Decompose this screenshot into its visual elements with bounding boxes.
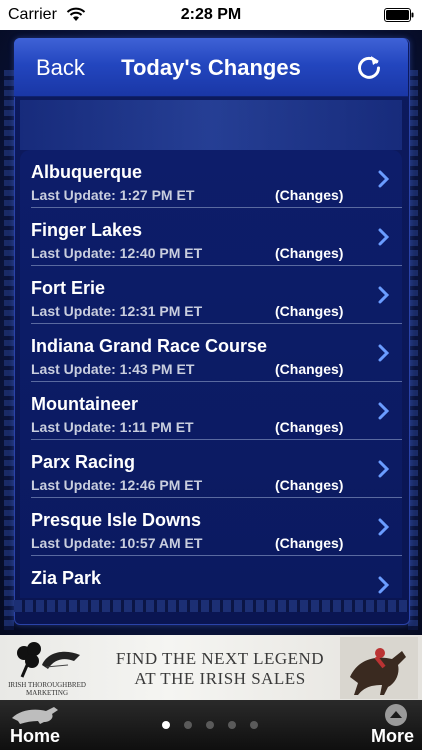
page-dot-3[interactable] <box>206 721 214 729</box>
changes-link[interactable]: (Changes) <box>275 361 343 377</box>
track-name: Albuquerque <box>31 162 142 182</box>
track-name: Finger Lakes <box>31 220 143 240</box>
chevron-right-icon[interactable] <box>378 518 390 536</box>
track-row[interactable]: Presque Isle Downs Last Update: 10:57 AM … <box>20 498 402 556</box>
changes-link[interactable]: (Changes) <box>275 419 343 435</box>
track-row[interactable]: Zia Park <box>20 556 402 598</box>
track-name: Mountaineer <box>31 394 139 414</box>
track-row[interactable]: Finger Lakes Last Update: 12:40 PM ET (Cha… <box>20 208 402 266</box>
changes-link[interactable]: (Changes) <box>275 477 343 493</box>
page-dot-5[interactable] <box>250 721 258 729</box>
chevron-right-icon[interactable] <box>378 170 390 188</box>
battery-icon <box>384 8 414 22</box>
chevron-right-icon[interactable] <box>378 576 390 594</box>
track-row[interactable]: Mountaineer Last Update: 1:11 PM ET (Chang… <box>20 382 402 440</box>
page-dot-4[interactable] <box>228 721 236 729</box>
last-update-text: Last Update: 12:40 PM ET <box>31 245 203 261</box>
track-name: Indiana Grand Race Course <box>31 336 268 356</box>
ad-logo-text: IRISH THOROUGHBRED MARKETING <box>8 681 86 697</box>
film-strip-bottom <box>14 600 408 612</box>
page-dot-2[interactable] <box>184 721 192 729</box>
status-bar: Carrier 2:28 PM <box>0 0 422 30</box>
home-button[interactable]: Home <box>10 726 60 747</box>
ad-headline-line1: FIND THE NEXT LEGEND <box>115 649 325 668</box>
track-name: Zia Park <box>31 568 102 588</box>
racing-horses-image <box>340 637 418 699</box>
refresh-icon[interactable] <box>354 52 384 82</box>
chevron-right-icon[interactable] <box>378 402 390 420</box>
changes-link[interactable]: (Changes) <box>275 535 343 551</box>
navigation-bar: Back Today's Changes <box>14 38 408 97</box>
ad-banner[interactable]: IRISH THOROUGHBRED MARKETING FIND THE NE… <box>0 635 422 700</box>
header-photo-strip <box>20 100 402 150</box>
last-update-text: Last Update: 10:57 AM ET <box>31 535 203 551</box>
film-strip-left <box>4 70 14 630</box>
ad-headline-line2: AT THE IRISH SALES <box>134 669 306 688</box>
track-name: Fort Erie <box>31 278 106 298</box>
track-name: Presque Isle Downs <box>31 510 202 530</box>
track-row[interactable]: Albuquerque Last Update: 1:27 PM ET (Chang… <box>20 150 402 208</box>
last-update-text: Last Update: 1:43 PM ET <box>31 361 195 377</box>
last-update-text: Last Update: 12:31 PM ET <box>31 303 203 319</box>
racehorse-home-icon[interactable] <box>10 706 62 724</box>
more-button[interactable]: More <box>371 726 414 747</box>
changes-link[interactable]: (Changes) <box>275 303 343 319</box>
last-update-text: Last Update: 12:46 PM ET <box>31 477 203 493</box>
track-list: Albuquerque Last Update: 1:27 PM ET (Chang… <box>20 150 402 598</box>
changes-link[interactable]: (Changes) <box>275 187 343 203</box>
page-dot-1[interactable] <box>162 721 170 729</box>
page-title: Today's Changes <box>121 55 301 80</box>
bottom-toolbar: Home More <box>0 700 422 750</box>
chevron-right-icon[interactable] <box>378 286 390 304</box>
chevron-right-icon[interactable] <box>378 228 390 246</box>
track-row[interactable]: Parx Racing Last Update: 12:46 PM ET (Chan… <box>20 440 402 498</box>
clock: 2:28 PM <box>180 6 242 23</box>
chevron-right-icon[interactable] <box>378 460 390 478</box>
track-row[interactable]: Indiana Grand Race Course Last Update: 1:… <box>20 324 402 382</box>
last-update-text: Last Update: 1:27 PM ET <box>31 187 195 203</box>
changes-link[interactable]: (Changes) <box>275 245 343 261</box>
main-area: Back Today's Changes Albuquerque Last Upd… <box>0 30 422 635</box>
track-name: Parx Racing <box>31 452 136 472</box>
shamrock-horse-logo-icon <box>17 642 80 678</box>
last-update-text: Last Update: 1:11 PM ET <box>31 419 194 435</box>
track-row[interactable]: Fort Erie Last Update: 12:31 PM ET (Change… <box>20 266 402 324</box>
page-indicator[interactable] <box>162 721 262 731</box>
chevron-right-icon[interactable] <box>378 344 390 362</box>
up-arrow-more-icon[interactable] <box>384 703 408 727</box>
